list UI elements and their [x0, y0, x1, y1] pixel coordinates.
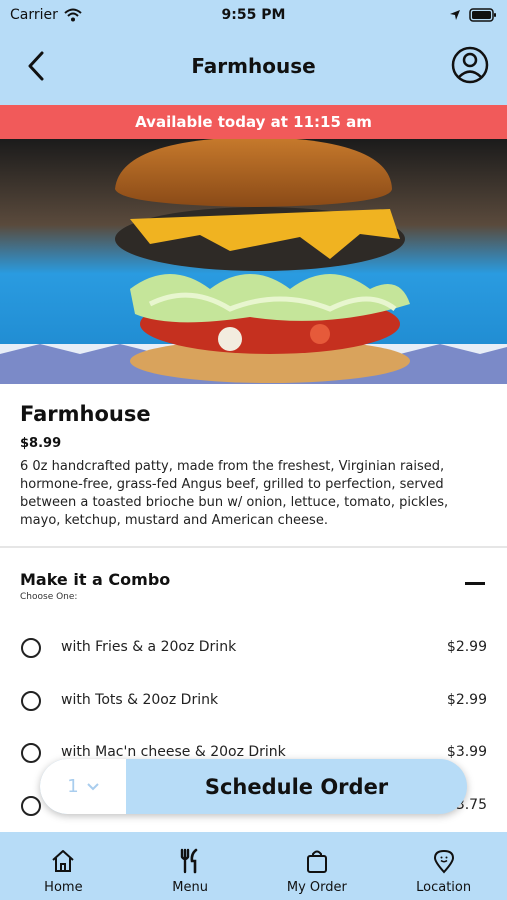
availability-banner: Available today at 11:15 am [0, 105, 507, 139]
combo-section-subtitle: Choose One: [20, 592, 78, 602]
location-arrow-icon [450, 10, 460, 20]
availability-text: Available today at 11:15 am [135, 113, 372, 131]
nav-label: My Order [286, 880, 347, 895]
item-name: Farmhouse [20, 402, 151, 426]
fork-knife-icon [180, 848, 198, 874]
nav-item-home[interactable]: Home [0, 832, 127, 900]
chevron-down-icon [87, 782, 99, 790]
location-pin-icon [433, 849, 454, 874]
nav-label: Menu [172, 880, 208, 895]
page-title: Farmhouse [191, 54, 316, 78]
status-right [449, 8, 497, 22]
carrier-label: Carrier [10, 7, 58, 23]
nav-label: Location [416, 880, 472, 895]
quantity-value: 1 [67, 776, 79, 797]
quantity-selector[interactable]: 1 [40, 759, 126, 814]
bottom-nav: Home Menu My Order Location [0, 832, 507, 900]
combo-option-tots[interactable]: with Tots & 20oz Drink $2.99 [0, 681, 507, 721]
item-description: 6 0z handcrafted patty, made from the fr… [20, 459, 449, 528]
order-bar: 1 Schedule Order [40, 759, 467, 814]
home-icon [52, 850, 75, 872]
status-bar: Carrier 9:55 PM [0, 0, 507, 30]
wifi-icon [64, 8, 82, 22]
option-label: with Mac'n cheese & 20oz Drink [61, 744, 286, 760]
radio-button[interactable] [21, 691, 41, 711]
schedule-order-button[interactable]: Schedule Order [126, 759, 467, 814]
app-header: Farmhouse [0, 30, 507, 105]
collapse-minus-icon[interactable] [465, 582, 485, 585]
nav-item-location[interactable]: Location [380, 832, 507, 900]
option-price: $2.99 [446, 692, 487, 708]
item-image [0, 139, 507, 384]
radio-button[interactable] [21, 743, 41, 763]
radio-button[interactable] [21, 638, 41, 658]
option-price: $2.99 [446, 639, 487, 655]
option-label: with Fries & a 20oz Drink [61, 639, 237, 655]
combo-option-fries[interactable]: with Fries & a 20oz Drink $2.99 [0, 628, 507, 668]
option-price: $3.99 [446, 744, 487, 760]
battery-icon [469, 8, 496, 22]
profile-button[interactable] [451, 46, 489, 84]
item-price: $8.99 [20, 436, 62, 451]
radio-button[interactable] [21, 796, 41, 816]
burger-photo [0, 139, 507, 384]
user-icon [451, 46, 489, 84]
nav-item-my-order[interactable]: My Order [254, 832, 381, 900]
schedule-order-label: Schedule Order [204, 774, 389, 799]
nav-label: Home [44, 880, 83, 895]
option-label: with Tots & 20oz Drink [61, 692, 219, 708]
section-divider [0, 546, 507, 548]
nav-item-menu[interactable]: Menu [127, 832, 254, 900]
shopping-bag-icon [306, 850, 327, 873]
status-left: Carrier [10, 7, 82, 23]
combo-section-title: Make it a Combo [20, 570, 171, 589]
